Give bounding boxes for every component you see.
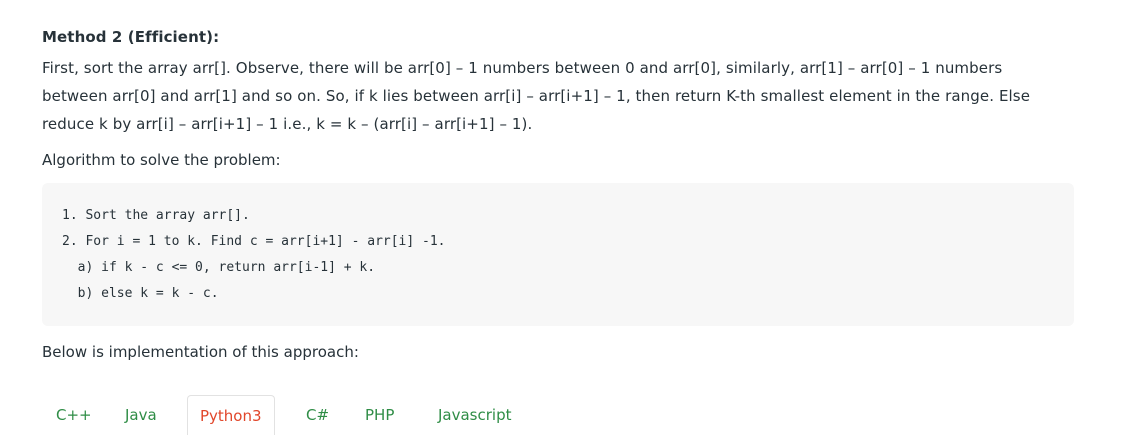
tab-python3[interactable]: Python3: [187, 395, 275, 435]
tab-php[interactable]: PHP: [365, 395, 394, 435]
tab-cpp[interactable]: C++: [56, 395, 92, 435]
tab-javascript[interactable]: Javascript: [438, 395, 511, 435]
tab-csharp[interactable]: C#: [306, 395, 329, 435]
code-line-4: b) else k = k - c.: [62, 286, 219, 301]
language-tabs: C++ Java Python3 C# PHP Javascript: [42, 395, 602, 435]
tab-java[interactable]: Java: [125, 395, 157, 435]
code-line-1: 1. Sort the array arr[].: [62, 208, 250, 223]
description-line-1: First, sort the array arr[]. Observe, th…: [42, 59, 1003, 77]
code-line-3: a) if k - c <= 0, return arr[i-1] + k.: [62, 260, 376, 275]
algorithm-title: Algorithm to solve the problem:: [42, 151, 281, 169]
code-line-2: 2. For i = 1 to k. Find c = arr[i+1] - a…: [62, 234, 446, 249]
algorithm-code: 1. Sort the array arr[]. 2. For i = 1 to…: [62, 203, 446, 307]
description-line-3: reduce k by arr[i] – arr[i+1] – 1 i.e., …: [42, 115, 533, 133]
implementation-title: Below is implementation of this approach…: [42, 343, 359, 361]
method-heading: Method 2 (Efficient):: [42, 28, 220, 46]
method-description: First, sort the array arr[]. Observe, th…: [42, 54, 1074, 138]
description-line-2: between arr[0] and arr[1] and so on. So,…: [42, 87, 1031, 105]
code-block: 1. Sort the array arr[]. 2. For i = 1 to…: [42, 183, 1074, 326]
